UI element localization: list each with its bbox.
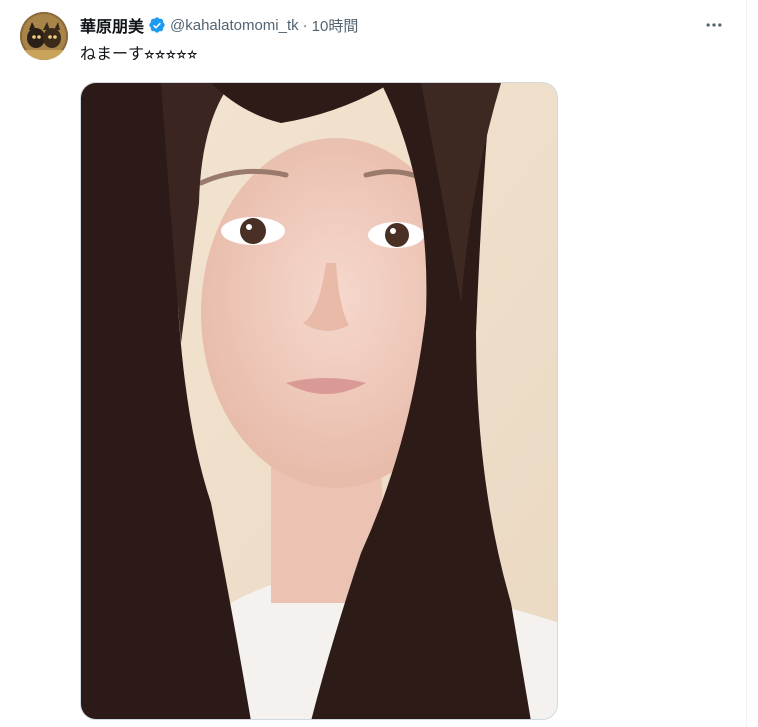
separator-dot: · [302,16,308,34]
timestamp[interactable]: 10時間 [312,15,359,36]
more-options-icon [706,23,722,27]
timeline-border [746,0,747,727]
author-handle[interactable]: @kahalatomomi_tk [170,17,299,34]
avatar-image [20,12,68,60]
tweet-header: 華原朋美 @kahalatomomi_tk · 10時間 [80,13,359,37]
avatar[interactable] [20,12,68,60]
verified-badge-icon [148,16,166,34]
more-options-button[interactable] [702,14,726,36]
tweet-text: ねまーす⭐︎⭐︎⭐︎⭐︎⭐︎ [80,46,198,63]
tweet-photo[interactable] [80,82,558,720]
author-name[interactable]: 華原朋美 [80,13,144,37]
selfie-photo-image [81,83,557,719]
